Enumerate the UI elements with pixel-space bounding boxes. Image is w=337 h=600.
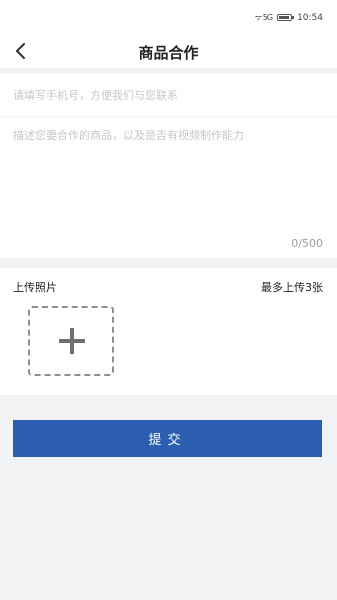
nav-bar: 商品合作: [0, 34, 337, 68]
battery-icon: [277, 14, 295, 21]
status-indicators: ᯤ 5G 10:54: [255, 12, 323, 23]
photo-label: 上传照片: [13, 281, 57, 294]
submit-button[interactable]: 提交: [13, 420, 322, 457]
photo-limit: 最多上传3张: [261, 281, 323, 294]
page-title: 商品合作: [138, 44, 199, 62]
description-field-container: 0/500: [0, 116, 337, 258]
status-time: 10:54: [297, 12, 323, 23]
phone-input[interactable]: [0, 74, 323, 116]
plus-icon-vertical: [70, 328, 74, 354]
description-input[interactable]: [13, 127, 323, 227]
signal-icon: ᯤ 5G: [254, 13, 273, 22]
phone-field-container: [0, 74, 337, 116]
photo-upload-section: 上传照片 最多上传3张: [0, 268, 337, 395]
status-bar: ᯤ 5G 10:54: [0, 0, 337, 34]
add-photo-button[interactable]: [28, 306, 114, 376]
char-count: 0/500: [291, 237, 323, 250]
